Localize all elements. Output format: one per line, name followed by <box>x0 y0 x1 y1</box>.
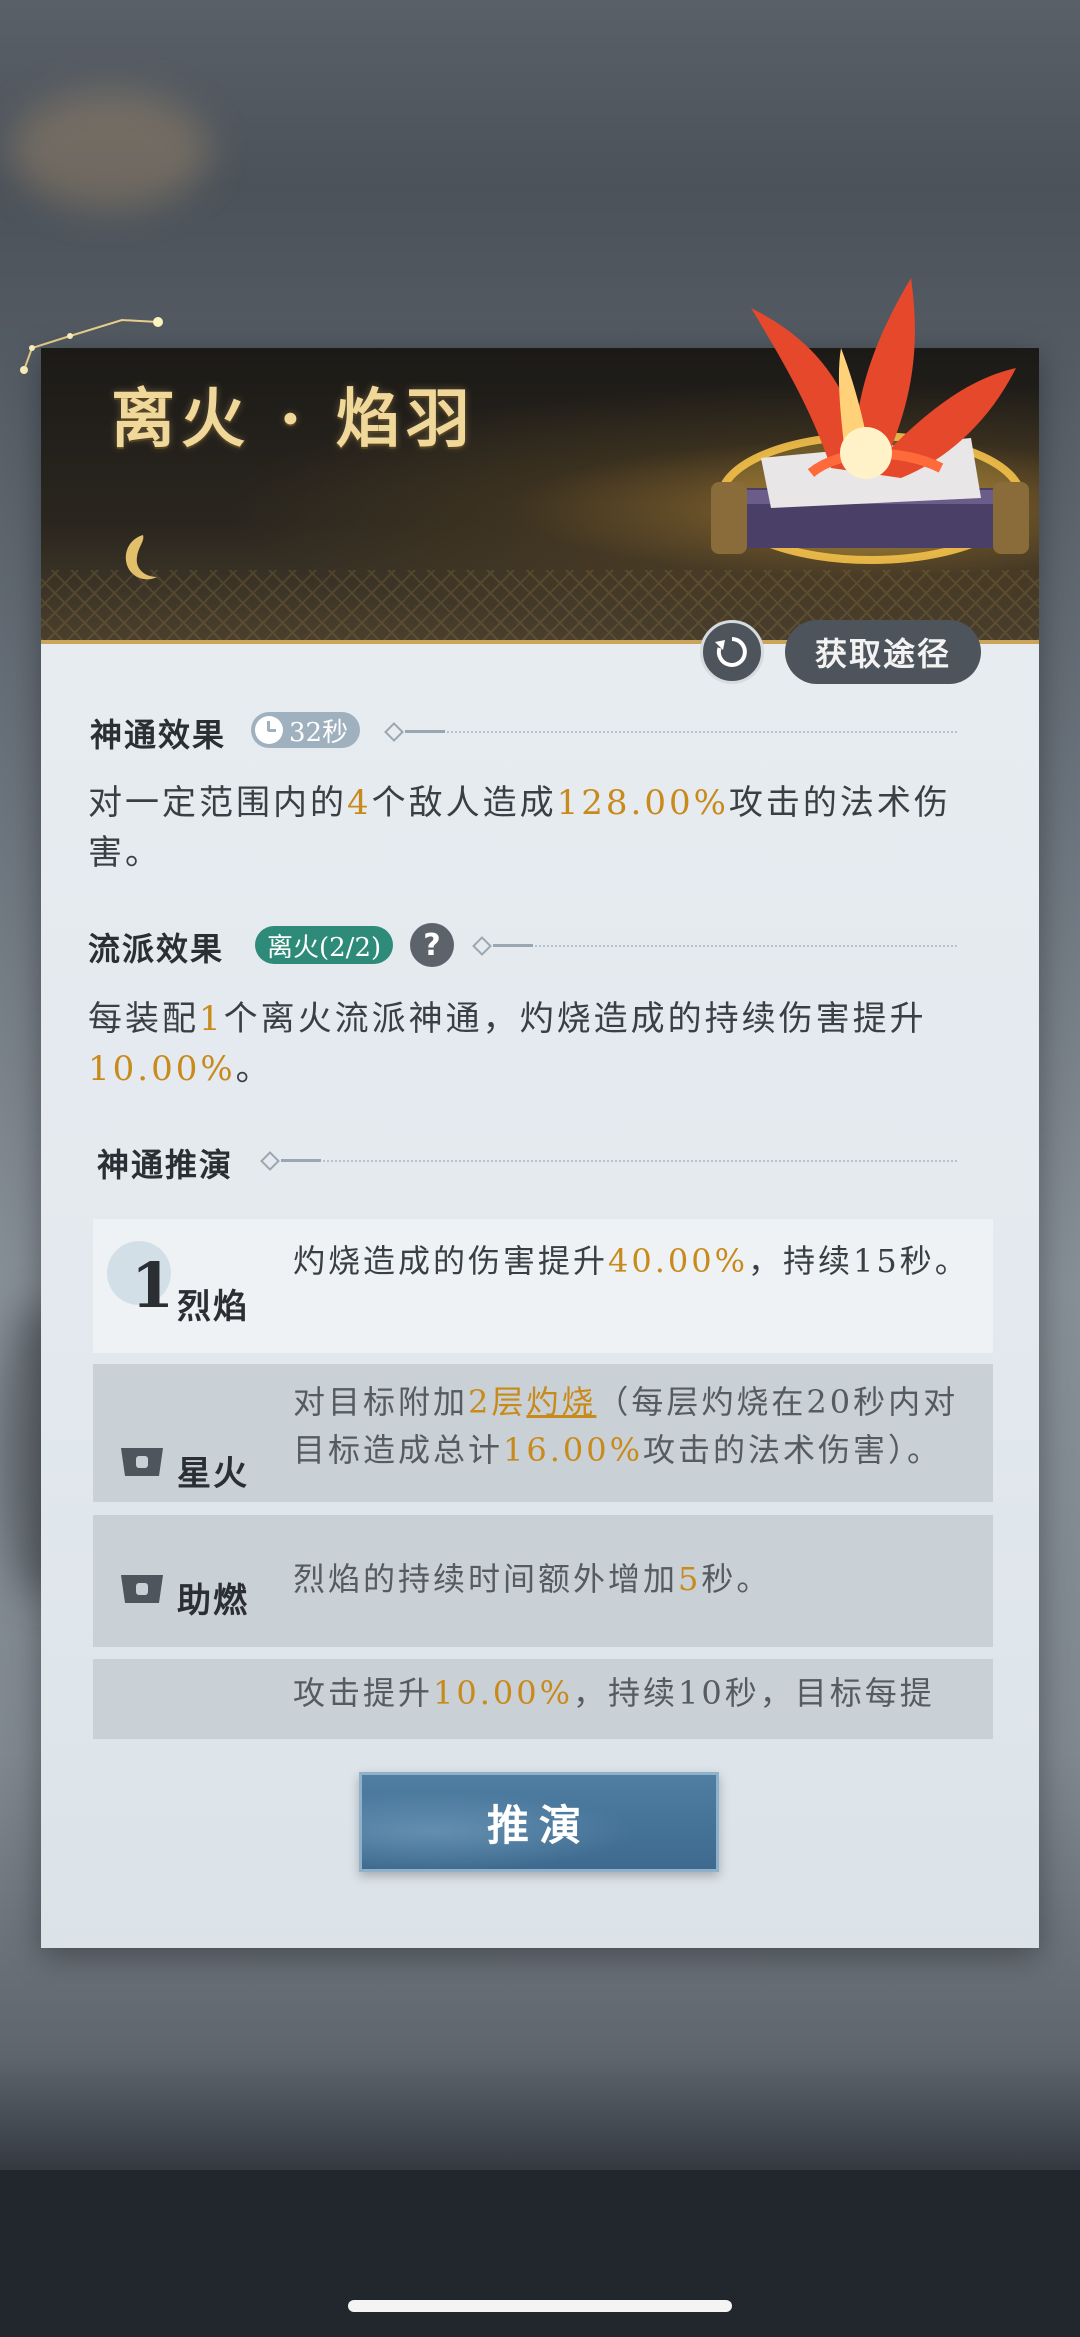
school-title: 流派效果 <box>88 930 225 968</box>
evolution-text: 攻击提升10.00%，持续10秒，目标每提 <box>293 1674 935 1712</box>
section-divider <box>472 936 957 956</box>
evolution-text: 烈焰的持续时间额外增加5秒。 <box>293 1560 772 1598</box>
refresh-button[interactable] <box>700 620 764 684</box>
source-button[interactable]: 获取途径 <box>785 620 981 684</box>
evolution-item-3[interactable]: 助燃 烈焰的持续时间额外增加5秒。 <box>93 1515 993 1647</box>
refresh-icon <box>715 637 747 667</box>
evolution-name: 星火 <box>177 1454 249 1494</box>
evolution-item-2[interactable]: 星火 对目标附加2层灼烧（每层灼烧在20秒内对目标造成总计16.00%攻击的法术… <box>93 1364 993 1502</box>
evolution-text: 对目标附加2层灼烧（每层灼烧在20秒内对目标造成总计16.00%攻击的法术伤害）… <box>293 1383 959 1469</box>
school-description: 每装配1个离火流派神通，灼烧造成的持续伤害提升10.00%。 <box>88 999 927 1089</box>
evolution-item-4[interactable]: 攻击提升10.00%，持续10秒，目标每提 <box>93 1659 993 1739</box>
evolution-name: 烈焰 <box>177 1287 249 1327</box>
phoenix-scroll-artwork <box>711 278 1029 564</box>
moon-icon <box>125 535 157 580</box>
section-divider <box>260 1151 957 1171</box>
home-indicator[interactable] <box>348 2300 732 2312</box>
cooldown-badge: 32秒 <box>251 712 361 748</box>
effect-title: 神通效果 <box>90 716 227 754</box>
evolution-level: 1 <box>131 1249 175 1322</box>
help-icon[interactable]: ? <box>410 923 454 967</box>
evolution-title: 神通推演 <box>97 1146 234 1184</box>
evolution-name: 助燃 <box>177 1581 249 1621</box>
evolve-button[interactable]: 推演 <box>359 1772 719 1872</box>
evolution-list: 1 烈焰 灼烧造成的伤害提升40.00%，持续15秒。 星火 对目标附加2层灼烧… <box>93 1219 993 1739</box>
effect-description: 对一定范围内的4个敌人造成128.00%攻击的法术伤害。 <box>88 783 951 873</box>
lock-icon <box>121 1448 163 1476</box>
skill-name: 离火 · 焰羽 <box>111 382 476 457</box>
evolution-item-1[interactable]: 1 烈焰 灼烧造成的伤害提升40.00%，持续15秒。 <box>93 1219 993 1353</box>
cooldown-value: 32秒 <box>289 717 349 748</box>
clock-icon <box>255 716 283 744</box>
lock-icon <box>121 1575 163 1603</box>
school-badge: 离火(2/2) <box>255 926 394 964</box>
section-divider <box>384 722 957 742</box>
background-blur <box>10 90 210 210</box>
evolution-text: 灼烧造成的伤害提升40.00%，持续15秒。 <box>293 1242 970 1280</box>
